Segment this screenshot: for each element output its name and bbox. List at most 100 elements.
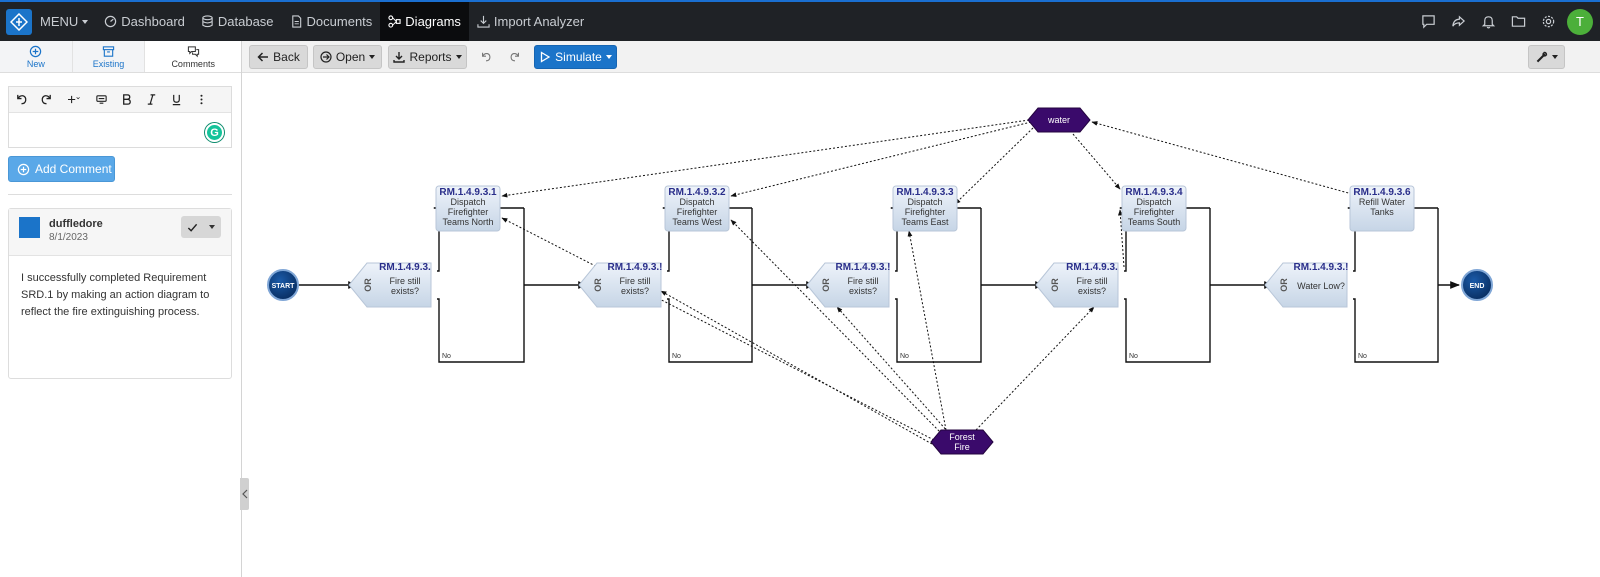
no-label: No xyxy=(1129,353,1138,360)
action-node[interactable]: RM.1.4.9.3.6Refill WaterTanks xyxy=(1349,185,1415,232)
decision-node[interactable]: OR RM.1.4.9.3.! Water Low? xyxy=(1264,262,1349,308)
tab-existing-label: Existing xyxy=(92,58,125,69)
redo-icon xyxy=(510,52,519,62)
underline-icon xyxy=(172,94,181,106)
nav-documents-label: Documents xyxy=(306,14,373,29)
insert-icon xyxy=(67,95,80,104)
plus-circle-icon xyxy=(30,45,42,57)
undo-icon xyxy=(482,52,491,62)
folder-icon-button[interactable] xyxy=(1503,2,1533,41)
decision-node[interactable]: OR RM.1.4.9.3. Fire stillexists? xyxy=(348,262,432,308)
action-node[interactable]: RM.1.4.9.3.4DispatchFirefighterTeams Sou… xyxy=(1121,185,1187,232)
nav-database[interactable]: Database xyxy=(193,2,282,41)
tab-comments[interactable]: Comments xyxy=(145,41,241,72)
italic-button[interactable] xyxy=(139,87,164,113)
comment-icon-button[interactable] xyxy=(1413,2,1443,41)
decision-node[interactable]: OR RM.1.4.9.3.! Fire stillexists? xyxy=(806,262,891,308)
sidebar-collapse-handle[interactable] xyxy=(240,478,249,510)
diagram-toolbar: Back Open Reports Simulate xyxy=(242,41,1600,73)
add-comment-button[interactable]: Add Comment xyxy=(8,156,115,182)
decision-node[interactable]: OR RM.1.4.9.3. Fire stillexists? xyxy=(1035,262,1119,308)
gear-icon-button[interactable] xyxy=(1533,2,1563,41)
decision-text: exists? xyxy=(621,286,649,296)
open-button[interactable]: Open xyxy=(313,45,382,69)
resource-link xyxy=(501,119,1030,198)
menu-dropdown[interactable]: MENU xyxy=(32,2,96,41)
grammarly-icon[interactable]: G xyxy=(205,123,224,142)
end-label: END xyxy=(1470,283,1485,290)
clear-format-button[interactable] xyxy=(89,87,114,113)
action-diagram: YesNoYesNoYesNoYesNoYesNo STARTENDORRM.1… xyxy=(267,107,1493,455)
insert-button[interactable] xyxy=(59,87,89,113)
back-button[interactable]: Back xyxy=(249,45,308,69)
sidebar-divider xyxy=(8,194,232,195)
or-label: OR xyxy=(593,278,603,292)
action-node[interactable]: RM.1.4.9.3.3DispatchFirefighterTeams Eas… xyxy=(892,185,958,232)
gear-icon xyxy=(1542,15,1554,28)
action-node[interactable]: RM.1.4.9.3.2DispatchFirefighterTeams Wes… xyxy=(664,185,730,232)
redo-button[interactable] xyxy=(34,87,59,113)
tab-new[interactable]: New xyxy=(0,41,73,72)
nav-dashboard[interactable]: Dashboard xyxy=(96,2,193,41)
comment-icon xyxy=(1421,15,1435,29)
resource-link xyxy=(954,127,1034,205)
open-circle-arrow-icon xyxy=(320,51,332,63)
folder-icon xyxy=(1511,16,1525,27)
share-icon-button[interactable] xyxy=(1443,2,1473,41)
nav-diagrams-label: Diagrams xyxy=(405,14,461,29)
resource-forest-fire[interactable]: ForestFire xyxy=(930,429,994,455)
author-avatar xyxy=(19,217,40,238)
resource-link xyxy=(836,306,949,433)
sidebar-tabs: New Existing Comments xyxy=(0,41,241,73)
add-comment-label: Add Comment xyxy=(35,162,112,176)
resource-link xyxy=(730,219,943,435)
resource-text: Forest xyxy=(949,432,975,442)
comments-sidebar: New Existing Comments G Add Comment duff… xyxy=(0,41,249,577)
simulate-button[interactable]: Simulate xyxy=(534,45,617,69)
tab-new-label: New xyxy=(26,58,45,69)
resource-water[interactable]: water xyxy=(1027,107,1091,133)
chevron-down-icon[interactable] xyxy=(209,225,216,229)
resource-link xyxy=(1072,133,1121,190)
action-text: Dispatch xyxy=(679,197,714,207)
bold-button[interactable] xyxy=(114,87,139,113)
action-node[interactable]: RM.1.4.9.3.1DispatchFirefighterTeams Nor… xyxy=(435,185,501,232)
decision-text: Fire still xyxy=(620,276,651,286)
plus-circle-icon xyxy=(17,163,30,175)
tab-comments-label: Comments xyxy=(171,58,215,69)
diagram-undo-button[interactable] xyxy=(472,45,500,69)
action-text: Firefighter xyxy=(677,207,718,217)
action-text: Firefighter xyxy=(448,207,489,217)
nav-import-analyzer[interactable]: Import Analyzer xyxy=(469,2,592,41)
reports-button[interactable]: Reports xyxy=(388,45,467,69)
comment-author: duffledore xyxy=(49,218,103,230)
nav-documents[interactable]: Documents xyxy=(282,2,381,41)
decision-text: exists? xyxy=(849,286,877,296)
open-label: Open xyxy=(335,50,366,64)
undo-button[interactable] xyxy=(9,87,34,113)
resource-link xyxy=(907,230,947,431)
user-avatar[interactable]: T xyxy=(1567,8,1593,35)
nav-diagrams[interactable]: Diagrams xyxy=(380,2,469,41)
comment-editor[interactable]: G xyxy=(8,86,232,148)
tools-dropdown-button[interactable] xyxy=(1528,45,1565,69)
more-options-button[interactable] xyxy=(189,87,214,113)
action-text: Teams South xyxy=(1128,217,1181,227)
app-logo-icon[interactable] xyxy=(6,8,32,35)
chevron-left-icon xyxy=(241,489,247,499)
decision-id: RM.1.4.9.3.! xyxy=(835,262,890,273)
comment-resolve-button[interactable] xyxy=(181,216,221,238)
bold-icon xyxy=(123,94,131,105)
action-text: Refill Water xyxy=(1359,197,1405,207)
decision-node[interactable]: OR RM.1.4.9.3.! Fire stillexists? xyxy=(578,262,663,308)
underline-button[interactable] xyxy=(164,87,189,113)
or-label: OR xyxy=(1279,278,1289,292)
diagram-canvas[interactable]: YesNoYesNoYesNoYesNoYesNo STARTENDORRM.1… xyxy=(249,74,1600,577)
tab-existing[interactable]: Existing xyxy=(72,41,146,72)
action-text: Dispatch xyxy=(1136,197,1171,207)
bell-icon-button[interactable] xyxy=(1473,2,1503,41)
check-icon xyxy=(187,223,197,232)
import-icon xyxy=(477,15,490,28)
diagram-redo-button[interactable] xyxy=(501,45,529,69)
no-label: No xyxy=(442,353,451,360)
